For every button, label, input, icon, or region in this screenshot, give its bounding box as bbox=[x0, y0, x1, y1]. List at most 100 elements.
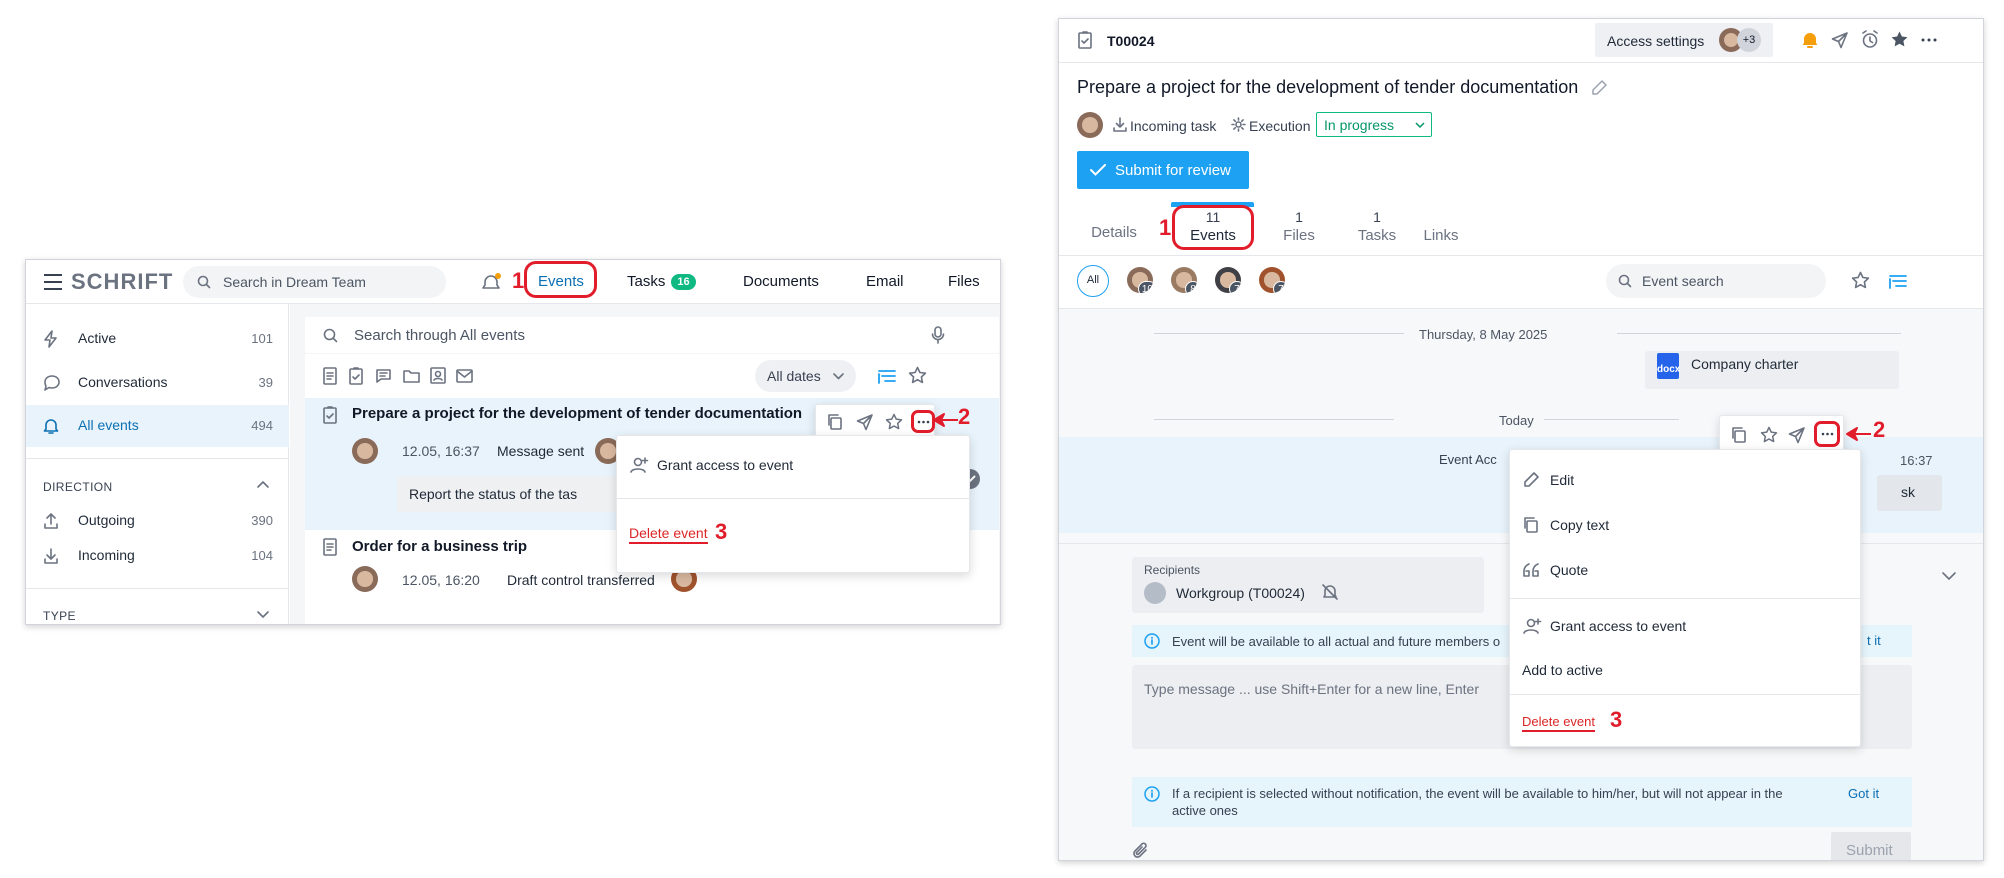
task-id: T00024 bbox=[1107, 33, 1155, 49]
email-icon[interactable] bbox=[456, 369, 473, 383]
star-icon[interactable] bbox=[1760, 426, 1778, 444]
participant-avatar[interactable]: 10 bbox=[1127, 267, 1153, 293]
sort-icon[interactable] bbox=[1889, 272, 1907, 290]
submit-review-button[interactable]: Submit for review bbox=[1077, 151, 1249, 189]
paperclip-icon[interactable] bbox=[1132, 841, 1150, 861]
sort-icon[interactable] bbox=[878, 367, 896, 385]
chevron-down-icon bbox=[832, 373, 844, 380]
nav-events[interactable]: Events bbox=[538, 273, 584, 290]
sidebar-item-label: Incoming bbox=[78, 547, 135, 563]
event-bubble[interactable]: sk bbox=[1877, 475, 1942, 511]
message-bubble[interactable]: Report the status of the tas bbox=[397, 476, 617, 512]
menu-item-label: Add to active bbox=[1522, 662, 1603, 678]
marker-3: 3 bbox=[715, 519, 728, 544]
chevron-up-icon[interactable] bbox=[256, 479, 270, 489]
events-search-input[interactable]: Search through All events bbox=[305, 317, 999, 353]
file-attachment[interactable]: docx Company charter bbox=[1645, 351, 1899, 389]
tab-tasks[interactable]: 1 Tasks bbox=[1352, 209, 1402, 244]
menu-item-edit[interactable]: Edit bbox=[1510, 460, 1860, 500]
tab-links[interactable]: Links bbox=[1416, 209, 1466, 244]
menu-item-delete-event[interactable]: Delete event 3 bbox=[1510, 700, 1860, 740]
divider bbox=[1510, 694, 1862, 695]
participant-avatar[interactable]: 8 bbox=[1171, 267, 1197, 293]
send-icon[interactable] bbox=[1831, 31, 1849, 49]
menu-icon[interactable] bbox=[43, 273, 63, 291]
star-icon[interactable] bbox=[908, 366, 927, 385]
contact-card-icon[interactable] bbox=[430, 367, 446, 384]
menu-item-quote[interactable]: Quote bbox=[1510, 550, 1860, 590]
divider bbox=[1510, 598, 1862, 599]
tab-details[interactable]: Details bbox=[1089, 206, 1139, 241]
filter-all-button[interactable]: All bbox=[1077, 265, 1109, 297]
sidebar-item-all-events[interactable]: All events 494 bbox=[26, 405, 289, 447]
chevron-down-icon[interactable] bbox=[1941, 571, 1957, 581]
tab-events[interactable]: 11 Events bbox=[1172, 209, 1254, 244]
message-icon[interactable] bbox=[375, 368, 392, 384]
menu-item-grant-access[interactable]: Grant access to event bbox=[1510, 606, 1860, 646]
more-horizontal-icon[interactable] bbox=[1921, 38, 1937, 42]
document-icon[interactable] bbox=[322, 367, 338, 385]
microphone-icon[interactable] bbox=[931, 326, 945, 344]
menu-item-grant-access[interactable]: Grant access to event bbox=[617, 450, 969, 490]
menu-item-delete-event[interactable]: Delete event 3 bbox=[617, 516, 969, 556]
participant-avatar[interactable]: 7 bbox=[1259, 267, 1285, 293]
send-icon[interactable] bbox=[1788, 426, 1806, 444]
copy-icon[interactable] bbox=[826, 413, 843, 431]
more-button[interactable] bbox=[1814, 421, 1840, 447]
avatar bbox=[352, 566, 378, 592]
got-it-button[interactable]: Got it bbox=[1848, 786, 1879, 801]
bell-off-icon[interactable] bbox=[1322, 584, 1338, 600]
marker-2: 2 bbox=[1873, 417, 1886, 442]
tab-files[interactable]: 1 Files bbox=[1274, 209, 1324, 244]
info-icon bbox=[1144, 786, 1160, 802]
event-context-menu: Grant access to event Delete event 3 bbox=[616, 435, 971, 573]
tab-label: Events bbox=[1190, 227, 1236, 244]
dates-filter-dropdown[interactable]: All dates bbox=[755, 360, 856, 392]
send-icon[interactable] bbox=[856, 413, 874, 431]
copy-icon[interactable] bbox=[1730, 426, 1747, 444]
chevron-down-icon[interactable] bbox=[256, 610, 270, 620]
event-search-input[interactable]: Event search bbox=[1606, 264, 1826, 298]
tab-count bbox=[1089, 206, 1139, 222]
event-feed: Thursday, 8 May 2025 docx Company charte… bbox=[1059, 309, 1983, 861]
event-time: 12.05, 16:20 bbox=[402, 572, 480, 588]
star-icon[interactable] bbox=[1851, 271, 1870, 290]
nav-documents[interactable]: Documents bbox=[743, 273, 819, 290]
bell-icon[interactable] bbox=[1801, 31, 1819, 49]
notifications-icon[interactable] bbox=[481, 272, 503, 292]
star-icon[interactable] bbox=[885, 413, 903, 431]
star-filled-icon[interactable] bbox=[1890, 30, 1909, 49]
sidebar-item-active[interactable]: Active 101 bbox=[26, 318, 289, 360]
nav-tasks[interactable]: Tasks 16 bbox=[627, 273, 696, 290]
download-icon bbox=[1113, 117, 1127, 132]
global-search-input[interactable]: Search in Dream Team bbox=[183, 266, 446, 298]
sidebar-item-conversations[interactable]: Conversations 39 bbox=[26, 362, 289, 404]
tasks-count-badge: 16 bbox=[671, 274, 696, 290]
nav-email[interactable]: Email bbox=[866, 273, 904, 290]
submit-button[interactable]: Submit bbox=[1831, 832, 1911, 860]
divider bbox=[1059, 62, 1983, 63]
alarm-clock-icon[interactable] bbox=[1861, 30, 1879, 49]
hint-action[interactable]: t it bbox=[1867, 633, 1881, 648]
more-horizontal-icon bbox=[1821, 432, 1834, 436]
recipients-box[interactable]: Recipients Workgroup (T00024) bbox=[1132, 557, 1484, 613]
pencil-icon[interactable] bbox=[1590, 79, 1608, 97]
marker-1: 1 bbox=[512, 268, 525, 293]
task-icon[interactable] bbox=[348, 367, 364, 385]
divider bbox=[1059, 255, 1983, 256]
access-settings-button[interactable]: Access settings +3 bbox=[1595, 23, 1773, 57]
participant-avatar[interactable]: 7 bbox=[1215, 267, 1241, 293]
event-search-placeholder: Event search bbox=[1642, 273, 1724, 289]
tab-count: 1 bbox=[1373, 209, 1381, 225]
menu-item-copy-text[interactable]: Copy text bbox=[1510, 505, 1860, 545]
sidebar-item-incoming[interactable]: Incoming 104 bbox=[26, 535, 289, 577]
status-dropdown[interactable]: In progress bbox=[1316, 112, 1432, 137]
menu-item-add-active[interactable]: Add to active bbox=[1510, 650, 1860, 690]
execution-label: Execution bbox=[1249, 118, 1311, 134]
tab-count: 11 bbox=[1205, 209, 1221, 225]
tab-label: Links bbox=[1423, 227, 1459, 244]
event-title: Prepare a project for the development of… bbox=[352, 405, 803, 422]
nav-files[interactable]: Files bbox=[948, 273, 980, 290]
avatar bbox=[352, 438, 378, 464]
folder-icon[interactable] bbox=[403, 368, 420, 383]
